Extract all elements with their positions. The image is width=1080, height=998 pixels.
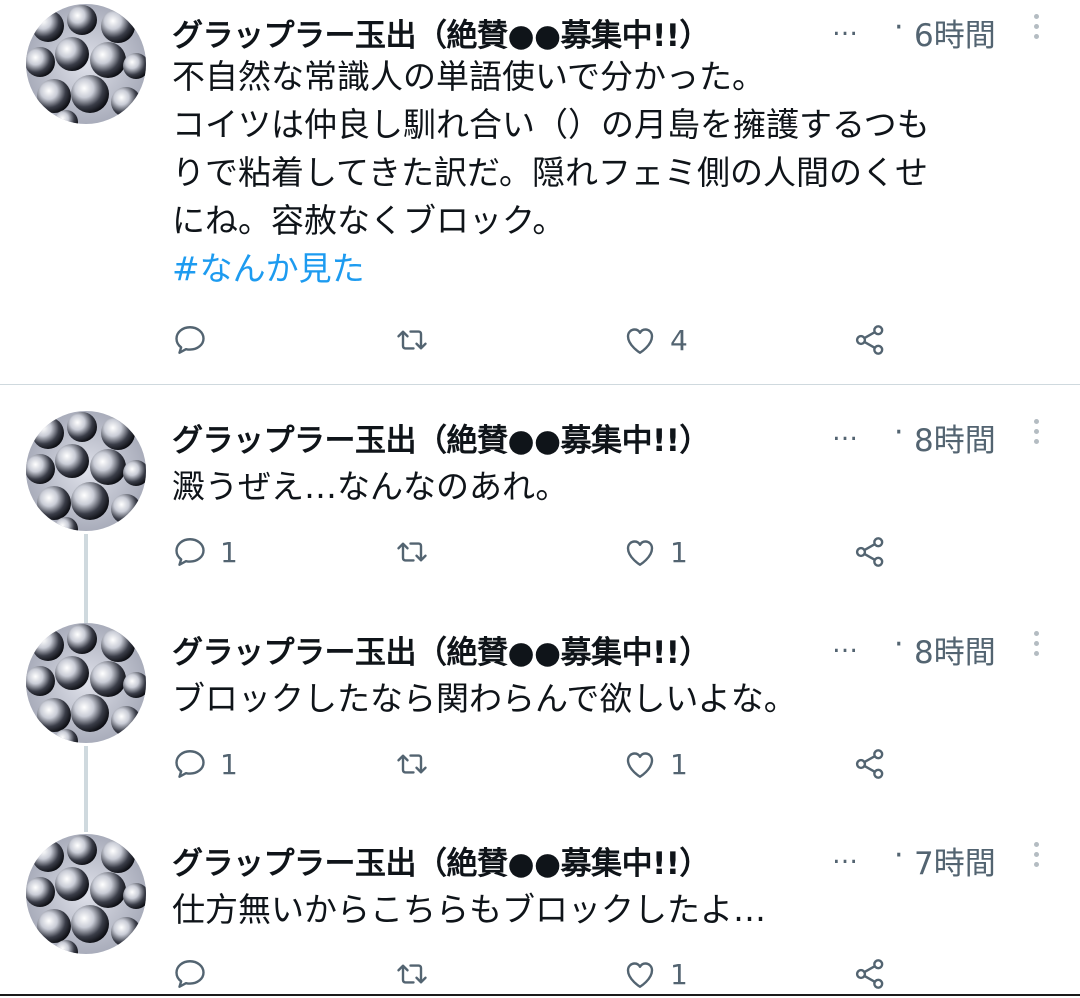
reply-button[interactable]: 1 <box>172 742 238 786</box>
avatar[interactable] <box>26 411 146 531</box>
tweet-timestamp[interactable]: 6時間 <box>914 10 996 55</box>
time-separator: · <box>894 415 904 450</box>
retweet-icon <box>394 322 430 358</box>
tweet-text-line: 澱うぜえ…なんなのあれ。 <box>172 467 569 506</box>
share-button[interactable] <box>852 318 888 362</box>
tweet-text: ブロックしたなら関わらんで欲しいよな。 <box>172 675 1042 723</box>
share-button[interactable] <box>852 742 888 786</box>
tweet[interactable]: グラップラー玉出（絶賛●●募集中!!） … · 6時間 不自然な常識人の単語使い… <box>0 0 1080 384</box>
tweet-text: 仕方無いからこちらもブロックしたよ… <box>172 886 1042 934</box>
avatar[interactable] <box>26 623 146 743</box>
time-separator: · <box>894 838 904 873</box>
reply-icon <box>172 322 208 358</box>
heart-icon <box>622 534 658 570</box>
tweet[interactable]: グラップラー玉出（絶賛●●募集中!!） … · 8時間 澱うぜえ…なんなのあれ。… <box>0 385 1080 597</box>
hashtag-link[interactable]: #なんか見た <box>172 245 1042 293</box>
user-display-name[interactable]: グラップラー玉出（絶賛●●募集中!!） <box>172 415 710 460</box>
avatar[interactable] <box>26 834 146 954</box>
name-truncation-ellipsis: … <box>832 629 858 659</box>
like-count: 1 <box>670 957 688 991</box>
share-icon <box>852 534 888 570</box>
share-button[interactable] <box>852 952 888 996</box>
name-truncation-ellipsis: … <box>832 417 858 447</box>
reply-button[interactable] <box>172 952 220 996</box>
tweet-timestamp[interactable]: 8時間 <box>914 627 996 672</box>
reply-icon <box>172 956 208 992</box>
reply-icon <box>172 534 208 570</box>
tweet-text-line: りで粘着してきた訳だ。隠れフェミ側の人間のくせ <box>172 153 929 192</box>
like-button[interactable]: 1 <box>622 530 688 574</box>
like-button[interactable]: 1 <box>622 952 688 996</box>
time-separator: · <box>894 627 904 662</box>
share-icon <box>852 746 888 782</box>
heart-icon <box>622 746 658 782</box>
reply-button[interactable]: 1 <box>172 530 238 574</box>
retweet-button[interactable] <box>394 742 442 786</box>
reply-count: 1 <box>220 535 238 569</box>
like-count: 4 <box>670 323 688 357</box>
time-separator: · <box>894 10 904 45</box>
name-truncation-ellipsis: … <box>832 12 858 42</box>
tweet[interactable]: グラップラー玉出（絶賛●●募集中!!） … · 7時間 仕方無いからこちらもブロ… <box>0 808 1080 998</box>
tweet-text-line: ブロックしたなら関わらんで欲しいよな。 <box>172 679 797 718</box>
more-vertical-icon[interactable] <box>1026 415 1046 455</box>
name-truncation-ellipsis: … <box>832 840 858 870</box>
tweet-text: 澱うぜえ…なんなのあれ。 <box>172 463 1042 511</box>
retweet-icon <box>394 746 430 782</box>
like-button[interactable]: 1 <box>622 742 688 786</box>
share-icon <box>852 956 888 992</box>
retweet-button[interactable] <box>394 318 442 362</box>
more-vertical-icon[interactable] <box>1026 10 1046 50</box>
user-display-name[interactable]: グラップラー玉出（絶賛●●募集中!!） <box>172 627 710 672</box>
retweet-button[interactable] <box>394 952 442 996</box>
tweet-text: 不自然な常識人の単語使いで分かった。 コイツは仲良し馴れ合い（）の月島を擁護する… <box>172 53 1042 293</box>
tweet-actions: 1 <box>172 952 912 996</box>
tweet-actions: 1 1 <box>172 530 912 574</box>
more-vertical-icon[interactable] <box>1026 627 1046 667</box>
share-icon <box>852 322 888 358</box>
tweet-timestamp[interactable]: 8時間 <box>914 415 996 460</box>
heart-icon <box>622 322 658 358</box>
tweet-text-line: コイツは仲良し馴れ合い（）の月島を擁護するつも <box>172 105 930 144</box>
more-vertical-icon[interactable] <box>1026 838 1046 878</box>
tweet-actions: 4 <box>172 318 912 362</box>
like-count: 1 <box>670 747 688 781</box>
reply-icon <box>172 746 208 782</box>
tweet[interactable]: グラップラー玉出（絶賛●●募集中!!） … · 8時間 ブロックしたなら関わらん… <box>0 597 1080 809</box>
like-button[interactable]: 4 <box>622 318 688 362</box>
reply-count: 1 <box>220 747 238 781</box>
tweet-actions: 1 1 <box>172 742 912 786</box>
user-display-name[interactable]: グラップラー玉出（絶賛●●募集中!!） <box>172 10 710 55</box>
tweet-timestamp[interactable]: 7時間 <box>914 838 996 883</box>
share-button[interactable] <box>852 530 888 574</box>
tweet-text-line: 不自然な常識人の単語使いで分かった。 <box>172 57 766 96</box>
heart-icon <box>622 956 658 992</box>
retweet-button[interactable] <box>394 530 442 574</box>
retweet-icon <box>394 956 430 992</box>
user-display-name[interactable]: グラップラー玉出（絶賛●●募集中!!） <box>172 838 710 883</box>
reply-button[interactable] <box>172 318 220 362</box>
retweet-icon <box>394 534 430 570</box>
avatar[interactable] <box>26 4 146 124</box>
bottom-border <box>0 994 1080 996</box>
tweet-text-line: 仕方無いからこちらもブロックしたよ… <box>172 890 766 929</box>
like-count: 1 <box>670 535 688 569</box>
tweet-text-line: にね。容赦なくブロック。 <box>172 201 566 240</box>
